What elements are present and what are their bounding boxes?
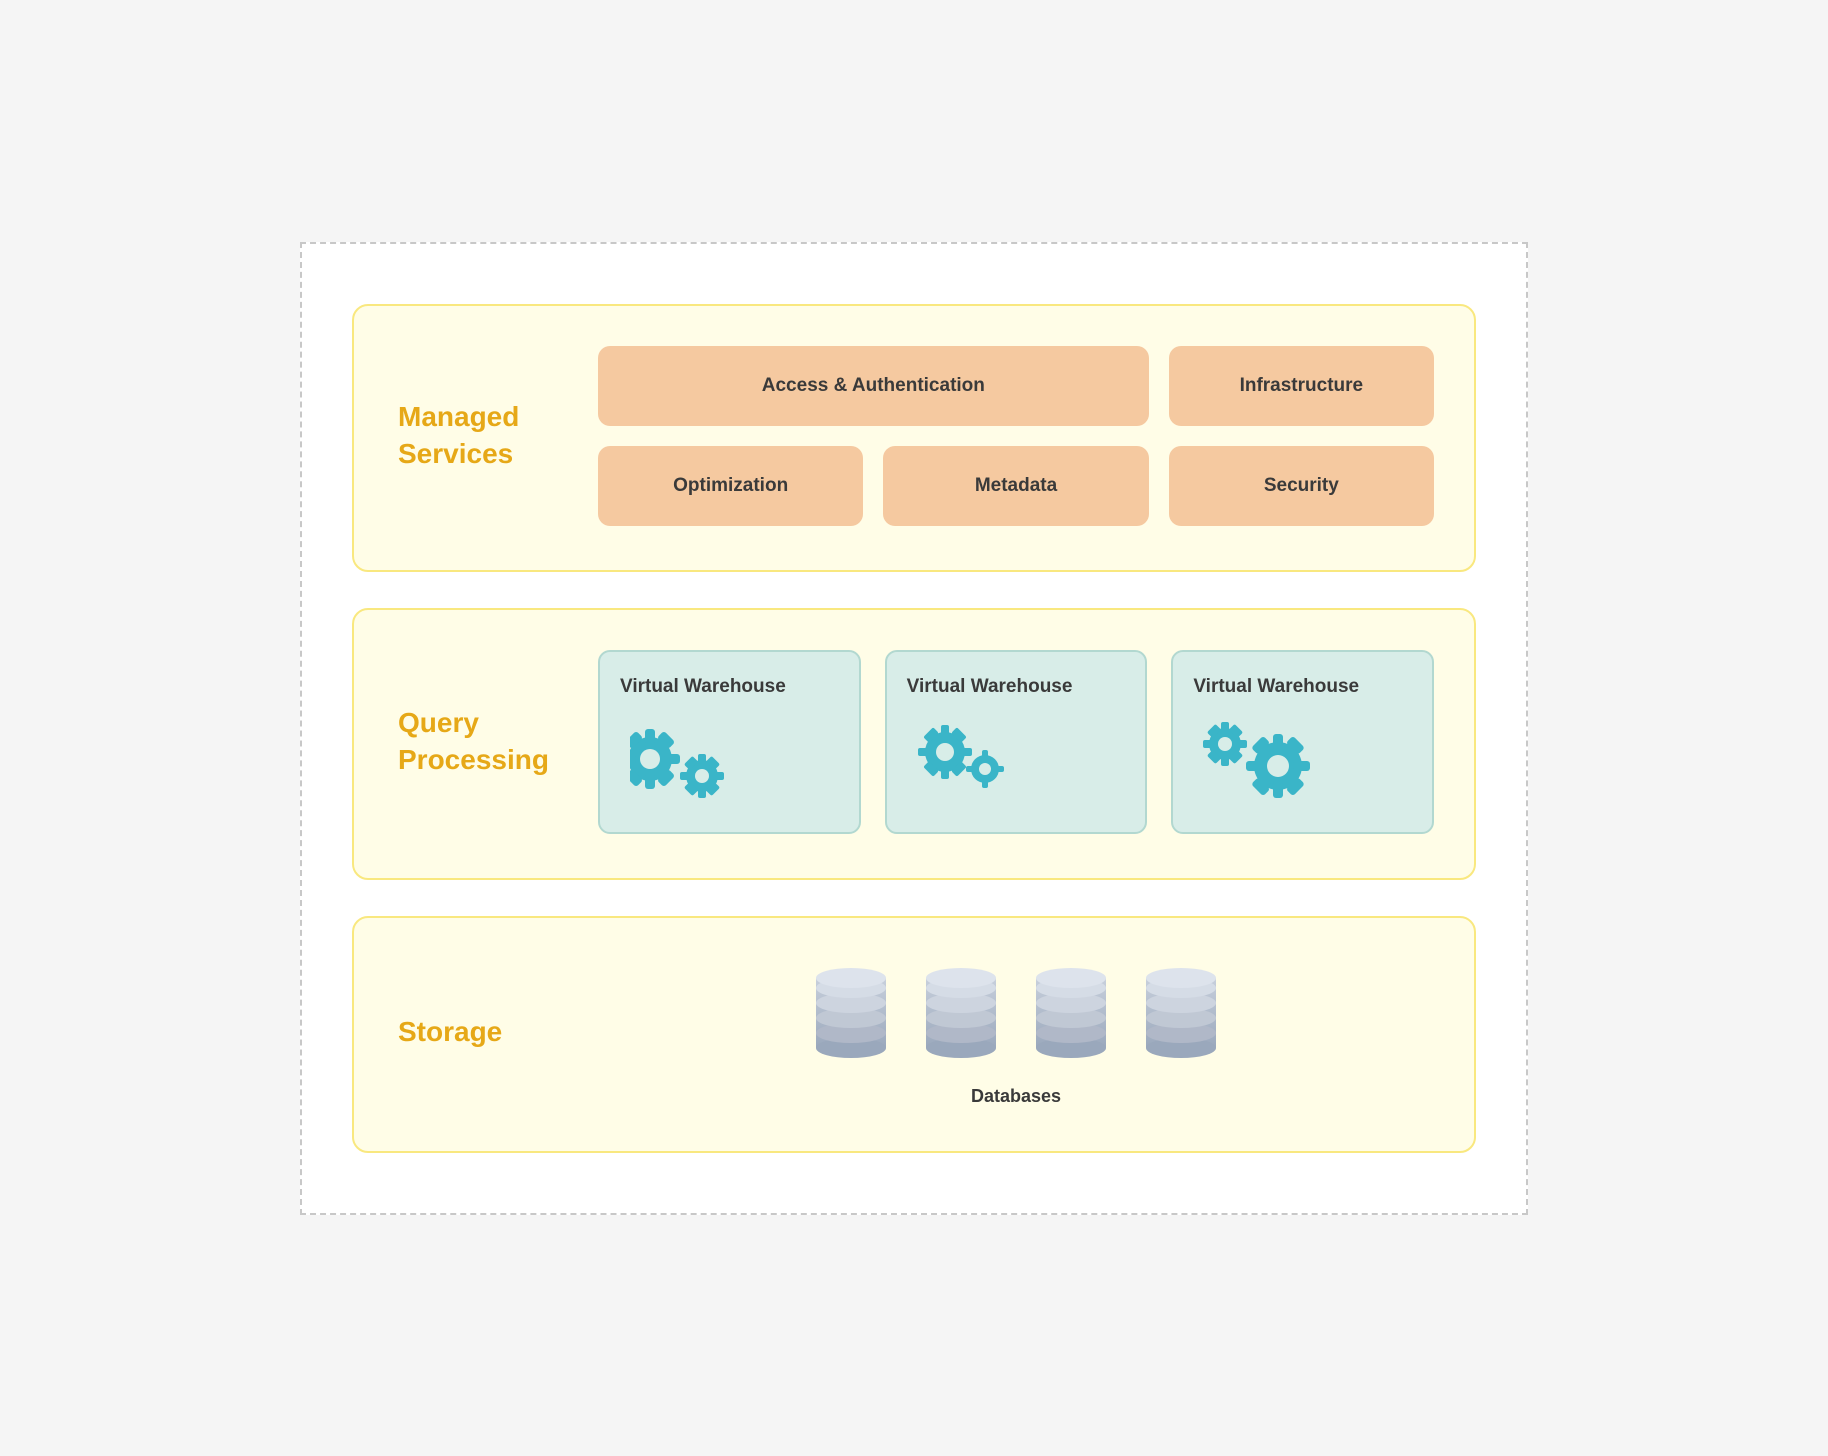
vw1-gears-icon <box>630 714 740 804</box>
vw2-gears <box>907 714 1017 794</box>
vw3-gears-icon <box>1203 714 1323 804</box>
storage-panel: Storage <box>352 916 1476 1153</box>
query-processing-panel: Query Processing Virtual Warehouse <box>352 608 1476 880</box>
vw1-gears <box>620 714 740 804</box>
virtual-warehouses-container: Virtual Warehouse <box>598 650 1434 834</box>
storage-content: Databases <box>598 958 1434 1107</box>
database-2 <box>921 958 1001 1068</box>
managed-services-panel: Managed Services Access & Authentication… <box>352 304 1476 572</box>
storage-label: Storage <box>398 1014 558 1050</box>
vw3-gears <box>1193 714 1323 804</box>
databases-label: Databases <box>971 1086 1061 1107</box>
managed-services-label: Managed Services <box>398 399 558 472</box>
ms-card-security: Security <box>1169 446 1434 526</box>
db-icon-3 <box>1031 958 1111 1068</box>
query-processing-label: Query Processing <box>398 705 558 778</box>
db-icon-1 <box>811 958 891 1068</box>
db-icon-2 <box>921 958 1001 1068</box>
vw3-title: Virtual Warehouse <box>1193 676 1359 698</box>
virtual-warehouse-1: Virtual Warehouse <box>598 650 861 834</box>
ms-card-optimization: Optimization <box>598 446 863 526</box>
db-icon-4 <box>1141 958 1221 1068</box>
ms-card-metadata: Metadata <box>883 446 1148 526</box>
vw2-title: Virtual Warehouse <box>907 676 1073 698</box>
ms-card-access-auth: Access & Authentication <box>598 346 1149 426</box>
databases-row <box>811 958 1221 1068</box>
database-4 <box>1141 958 1221 1068</box>
database-3 <box>1031 958 1111 1068</box>
vw1-title: Virtual Warehouse <box>620 676 786 698</box>
managed-services-grid: Access & Authentication Infrastructure O… <box>598 346 1434 526</box>
ms-card-infrastructure: Infrastructure <box>1169 346 1434 426</box>
virtual-warehouse-2: Virtual Warehouse <box>885 650 1148 834</box>
vw2-gears-icon <box>917 714 1017 794</box>
virtual-warehouse-3: Virtual Warehouse <box>1171 650 1434 834</box>
database-1 <box>811 958 891 1068</box>
outer-container: Managed Services Access & Authentication… <box>300 242 1528 1215</box>
